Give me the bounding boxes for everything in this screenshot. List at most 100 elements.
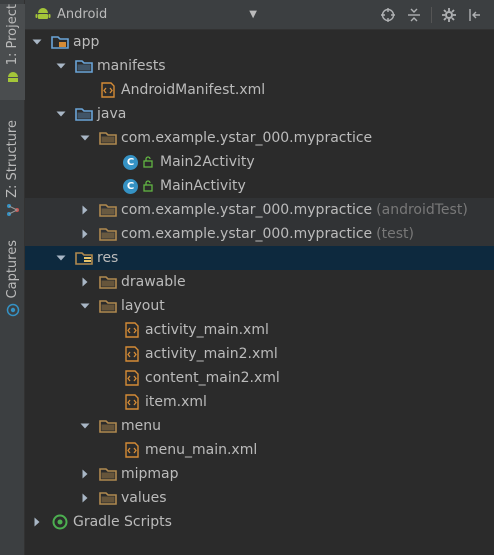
tree-node-package-androidtest[interactable]: com.example.ystar_000.mypractice (androi… xyxy=(25,198,494,222)
tree-node-activity-main-xml[interactable]: activity_main.xml xyxy=(25,318,494,342)
collapse-arrow-icon[interactable] xyxy=(79,204,91,216)
tree-node-gradle-scripts[interactable]: Gradle Scripts xyxy=(25,510,494,534)
xml-file-icon xyxy=(123,442,141,458)
tree-node-label: java xyxy=(97,106,127,122)
tab-structure[interactable]: Z: Structure xyxy=(0,120,25,220)
android-icon xyxy=(35,5,51,25)
tree-node-main2activity[interactable]: C Main2Activity xyxy=(25,150,494,174)
tree-node-label: menu_main.xml xyxy=(145,442,258,458)
xml-file-icon xyxy=(123,322,141,338)
tree-node-label: activity_main.xml xyxy=(145,322,269,338)
tree-node-menu-main-xml[interactable]: menu_main.xml xyxy=(25,438,494,462)
lock-icon xyxy=(142,180,154,192)
tree-node-app[interactable]: app xyxy=(25,30,494,54)
tree-node-label: menu xyxy=(121,418,161,434)
gradle-icon xyxy=(51,514,69,530)
tool-window-strip: 1: Project Z: Structure Captures xyxy=(0,0,25,555)
tree-node-label: MainActivity xyxy=(160,178,246,194)
hide-panel-icon[interactable] xyxy=(466,6,484,24)
collapse-arrow-icon[interactable] xyxy=(79,228,91,240)
collapse-arrow-icon[interactable] xyxy=(79,492,91,504)
captures-icon xyxy=(5,302,21,318)
tree-node-java[interactable]: java xyxy=(25,102,494,126)
structure-icon xyxy=(5,202,21,218)
tree-node-label: mipmap xyxy=(121,466,179,482)
folder-icon xyxy=(99,490,117,506)
scroll-from-source-icon[interactable] xyxy=(379,6,397,24)
package-folder-icon xyxy=(99,130,117,146)
collapse-all-icon[interactable] xyxy=(405,6,423,24)
tree-node-mipmap[interactable]: mipmap xyxy=(25,462,494,486)
tree-node-label: activity_main2.xml xyxy=(145,346,278,362)
tree-node-item-xml[interactable]: item.xml xyxy=(25,390,494,414)
package-folder-icon xyxy=(99,202,117,218)
expand-arrow-icon[interactable] xyxy=(79,300,91,312)
xml-file-icon xyxy=(123,370,141,386)
tree-node-package-test[interactable]: com.example.ystar_000.mypractice (test) xyxy=(25,222,494,246)
tree-node-drawable[interactable]: drawable xyxy=(25,270,494,294)
expand-arrow-icon[interactable] xyxy=(55,252,67,264)
lock-icon xyxy=(142,156,154,168)
tab-structure-label: Z: Structure xyxy=(5,120,20,198)
tab-captures[interactable]: Captures xyxy=(0,240,25,324)
tree-node-label: com.example.ystar_000.mypractice xyxy=(121,226,373,242)
tree-node-label: content_main2.xml xyxy=(145,370,280,386)
folder-icon xyxy=(99,298,117,314)
package-folder-icon xyxy=(99,226,117,242)
folder-icon xyxy=(99,466,117,482)
xml-file-icon xyxy=(99,82,117,98)
collapse-arrow-icon[interactable] xyxy=(31,516,43,528)
tab-project[interactable]: 1: Project xyxy=(0,4,25,100)
tree-node-label: Gradle Scripts xyxy=(73,514,172,530)
tree-node-package-main[interactable]: com.example.ystar_000.mypractice xyxy=(25,126,494,150)
xml-file-icon xyxy=(123,346,141,362)
collapse-arrow-icon[interactable] xyxy=(79,468,91,480)
tree-node-label: com.example.ystar_000.mypractice xyxy=(121,202,373,218)
chevron-down-icon: ▼ xyxy=(249,9,257,20)
gear-icon[interactable] xyxy=(440,6,458,24)
tree-node-label: item.xml xyxy=(145,394,207,410)
view-mode-label: Android xyxy=(57,7,108,22)
tree-node-label: Main2Activity xyxy=(160,154,255,170)
tree-node-label: layout xyxy=(121,298,165,314)
class-icon: C xyxy=(123,154,138,170)
expand-arrow-icon[interactable] xyxy=(55,60,67,72)
folder-icon xyxy=(99,418,117,434)
expand-arrow-icon[interactable] xyxy=(79,420,91,432)
source-set-label: (androidTest) xyxy=(376,202,468,218)
class-icon: C xyxy=(123,178,138,194)
tree-node-label: values xyxy=(121,490,167,506)
xml-file-icon xyxy=(123,394,141,410)
tree-node-activity-main2-xml[interactable]: activity_main2.xml xyxy=(25,342,494,366)
project-toolbar: Android ▼ xyxy=(25,0,494,30)
tree-node-res[interactable]: res xyxy=(25,246,494,270)
view-mode-dropdown[interactable]: Android ▼ xyxy=(25,0,265,30)
expand-arrow-icon[interactable] xyxy=(55,108,67,120)
tree-node-manifests[interactable]: manifests xyxy=(25,54,494,78)
project-tree: app manifests AndroidManifest.xml java c… xyxy=(25,30,494,555)
toolbar-divider xyxy=(431,6,432,23)
tree-node-label: AndroidManifest.xml xyxy=(121,82,266,98)
tree-node-label: com.example.ystar_000.mypractice xyxy=(121,130,373,146)
tree-node-menu[interactable]: menu xyxy=(25,414,494,438)
folder-icon xyxy=(75,58,93,74)
android-icon xyxy=(5,69,21,85)
tree-node-label: res xyxy=(97,250,119,266)
expand-arrow-icon[interactable] xyxy=(31,36,43,48)
tree-node-android-manifest[interactable]: AndroidManifest.xml xyxy=(25,78,494,102)
tree-node-label: drawable xyxy=(121,274,186,290)
tab-captures-label: Captures xyxy=(5,240,20,299)
tree-node-label: manifests xyxy=(97,58,166,74)
tree-node-layout[interactable]: layout xyxy=(25,294,494,318)
module-folder-icon xyxy=(51,34,69,50)
tree-node-content-main2-xml[interactable]: content_main2.xml xyxy=(25,366,494,390)
tree-node-label: app xyxy=(73,34,100,50)
tab-project-label: 1: Project xyxy=(5,4,20,66)
tree-node-values[interactable]: values xyxy=(25,486,494,510)
folder-icon xyxy=(75,106,93,122)
folder-icon xyxy=(99,274,117,290)
source-set-label: (test) xyxy=(376,226,414,242)
collapse-arrow-icon[interactable] xyxy=(79,276,91,288)
expand-arrow-icon[interactable] xyxy=(79,132,91,144)
tree-node-mainactivity[interactable]: C MainActivity xyxy=(25,174,494,198)
